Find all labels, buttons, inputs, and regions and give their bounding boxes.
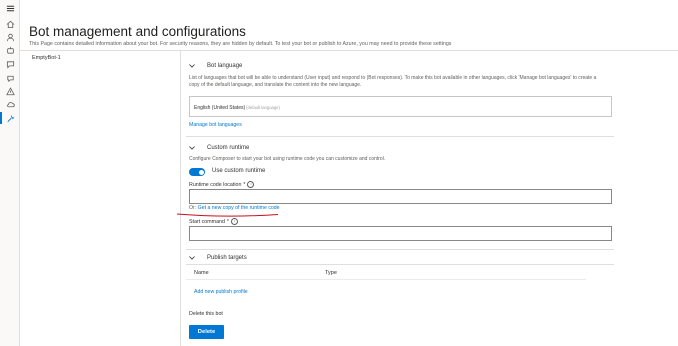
- section-divider: [186, 136, 614, 137]
- chevron-down-icon: [189, 256, 195, 260]
- chat-icon[interactable]: [5, 60, 15, 69]
- manage-bot-languages-link[interactable]: Manage bot languages: [189, 122, 242, 128]
- delete-button[interactable]: Delete: [189, 325, 224, 339]
- get-runtime-code-link[interactable]: Get a new copy of the runtime code: [198, 205, 280, 211]
- runtime-location-input[interactable]: [189, 189, 612, 204]
- sidebar-divider: [180, 51, 181, 346]
- chevron-down-icon: [189, 146, 195, 150]
- required-mark: *: [226, 218, 229, 225]
- start-command-label-text: Start command: [189, 218, 225, 225]
- required-mark: *: [243, 181, 246, 188]
- chevron-down-icon: [189, 64, 195, 68]
- page-description: This Page contains detailed information …: [29, 41, 452, 47]
- header-divider: [20, 50, 678, 51]
- warning-icon[interactable]: [5, 87, 15, 96]
- cloud-icon[interactable]: [5, 100, 15, 109]
- custom-runtime-description: Configure Composer to start your bot usi…: [189, 156, 386, 162]
- nav-rail: [0, 0, 20, 346]
- custom-runtime-toggle[interactable]: [189, 168, 205, 176]
- language-item[interactable]: English (United States)(default language…: [194, 105, 280, 111]
- bot-language-header[interactable]: Bot language: [189, 63, 242, 69]
- chat-bubble-icon[interactable]: [5, 74, 15, 83]
- user-icon[interactable]: [5, 33, 15, 42]
- add-publish-profile-link[interactable]: Add new publish profile: [194, 289, 248, 295]
- menu-icon[interactable]: [5, 4, 15, 13]
- section-divider: [186, 249, 614, 250]
- table-header-divider: [186, 279, 586, 280]
- active-indicator: [0, 112, 2, 124]
- publish-targets-heading: Publish targets: [207, 255, 247, 261]
- runtime-copy-row: Or: Get a new copy of the runtime code: [189, 205, 280, 211]
- custom-runtime-heading: Custom runtime: [207, 145, 250, 151]
- custom-runtime-toggle-label: Use custom runtime: [212, 168, 266, 174]
- runtime-location-label: Runtime code location * i: [189, 181, 255, 188]
- bot-language-description: List of languages that bot will be able …: [189, 75, 596, 89]
- custom-runtime-header[interactable]: Custom runtime: [189, 145, 249, 151]
- bot-language-description-line1: List of languages that bot will be able …: [189, 75, 597, 81]
- runtime-location-label-text: Runtime code location: [189, 181, 242, 188]
- bot-icon[interactable]: [5, 46, 15, 55]
- default-language-tag: (default language): [246, 105, 280, 110]
- delete-bot-label: Delete this bot: [189, 311, 223, 317]
- home-icon[interactable]: [5, 20, 15, 29]
- bot-list-item[interactable]: EmptyBot-1: [32, 55, 61, 61]
- info-icon[interactable]: i: [247, 181, 255, 188]
- publish-divider: [186, 264, 614, 265]
- bot-language-description-line2: copy of the default language, and transl…: [189, 82, 362, 88]
- language-name: English (United States): [194, 105, 246, 111]
- or-text: Or:: [189, 205, 197, 211]
- publish-targets-header[interactable]: Publish targets: [189, 255, 247, 261]
- wrench-icon[interactable]: [5, 114, 15, 123]
- column-header-name[interactable]: Name: [194, 270, 209, 276]
- info-icon[interactable]: i: [230, 218, 238, 225]
- page-title: Bot management and configurations: [29, 24, 246, 39]
- column-header-type[interactable]: Type: [325, 270, 337, 276]
- start-command-label: Start command * i: [189, 218, 238, 225]
- start-command-input[interactable]: [189, 226, 612, 241]
- bot-language-heading: Bot language: [207, 63, 243, 69]
